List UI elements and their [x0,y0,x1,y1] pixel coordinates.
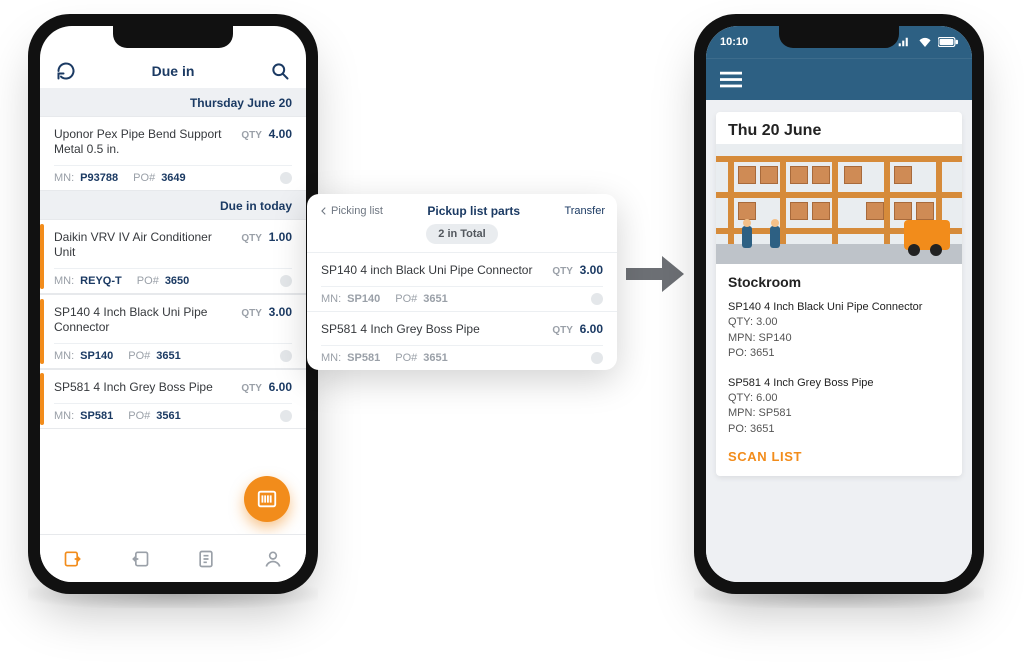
search-icon[interactable] [270,61,290,81]
popup-total: 2 in Total [307,226,617,252]
item-sub: MN: P93788 PO# 3649 [54,165,292,184]
stock-item-qty: QTY: 3.00 [728,315,950,330]
item-title: SP140 4 Inch Black Uni Pipe Connector [54,305,231,335]
arrow-icon [626,254,684,294]
status-dot [280,410,292,422]
tab-bar [40,534,306,582]
popup-title: Pickup list parts [383,204,564,218]
stock-item-po: PO: 3651 [728,422,950,437]
stockroom-card: Thu 20 June Stockroom SP140 4 Inc [716,112,962,476]
item-title: SP581 4 Inch Grey Boss Pipe [54,380,231,395]
status-dot [280,172,292,184]
item-title: SP140 4 inch Black Uni Pipe Connector [321,263,542,278]
pickup-list-popup: Picking list Pickup list parts Transfer … [307,194,617,370]
due-in-row[interactable]: SP581 4 Inch Grey Boss Pipe QTY 6.00 MN:… [40,369,306,429]
right-header [706,58,972,100]
stock-item-name: SP581 4 Inch Grey Boss Pipe [728,376,950,391]
card-date: Thu 20 June [716,112,962,144]
popup-row[interactable]: SP581 4 Inch Grey Boss Pipe QTY 6.00 MN:… [307,311,617,370]
stock-item: SP581 4 Inch Grey Boss Pipe QTY: 6.00 MP… [716,370,962,446]
stock-item: SP140 4 Inch Black Uni Pipe Connector QT… [716,294,962,370]
tab-out-icon[interactable] [130,549,150,569]
qty: QTY 3.00 [241,305,292,319]
status-dot [280,350,292,362]
phone-right: 10:10 Thu 20 June [694,14,984,594]
notch [779,26,899,48]
barcode-fab[interactable] [244,476,290,522]
item-sub: MN: SP140 PO# 3651 [321,286,603,305]
item-title: SP581 4 Inch Grey Boss Pipe [321,322,542,337]
right-body: Thu 20 June Stockroom SP140 4 Inc [706,100,972,582]
warehouse-illustration [716,144,962,264]
stock-item-mpn: MPN: SP140 [728,331,950,346]
back-label: Picking list [331,205,383,217]
phone-left: Due in Thursday June 20 Uponor Pex Pipe … [28,14,318,594]
battery-icon [938,37,958,47]
due-in-row[interactable]: Uponor Pex Pipe Bend Support Metal 0.5 i… [40,116,306,191]
item-sub: MN: SP581 PO# 3651 [321,345,603,364]
status-icons [898,37,958,47]
refresh-icon[interactable] [56,61,76,81]
back-button[interactable]: Picking list [319,205,383,217]
qty: QTY 6.00 [552,322,603,336]
status-dot [591,352,603,364]
stock-item-po: PO: 3651 [728,346,950,361]
item-sub: MN: SP581 PO# 3561 [54,403,292,422]
signal-icon [898,37,912,47]
stock-title: Stockroom [716,264,962,294]
status-time: 10:10 [720,36,748,48]
qty: QTY 4.00 [241,127,292,141]
scan-list-button[interactable]: SCAN LIST [716,445,962,476]
item-sub: MN: REYQ-T PO# 3650 [54,268,292,287]
qty: QTY 3.00 [552,263,603,277]
tab-profile-icon[interactable] [263,549,283,569]
item-title: Uponor Pex Pipe Bend Support Metal 0.5 i… [54,127,231,157]
phone-right-screen: 10:10 Thu 20 June [706,26,972,582]
stock-item-mpn: MPN: SP581 [728,406,950,421]
due-in-row[interactable]: SP140 4 Inch Black Uni Pipe Connector QT… [40,294,306,369]
menu-icon[interactable] [720,71,742,89]
stock-item-qty: QTY: 6.00 [728,391,950,406]
wifi-icon [918,37,932,47]
due-in-row[interactable]: Daikin VRV IV Air Conditioner Unit QTY 1… [40,219,306,294]
tab-in-icon[interactable] [63,549,83,569]
status-dot [280,275,292,287]
left-title: Due in [152,63,195,79]
section-header: Thursday June 20 [40,88,306,116]
item-sub: MN: SP140 PO# 3651 [54,343,292,362]
item-title: Daikin VRV IV Air Conditioner Unit [54,230,231,260]
notch [113,26,233,48]
qty: QTY 6.00 [241,380,292,394]
stock-item-name: SP140 4 Inch Black Uni Pipe Connector [728,300,950,315]
popup-row[interactable]: SP140 4 inch Black Uni Pipe Connector QT… [307,252,617,311]
qty: QTY 1.00 [241,230,292,244]
transfer-button[interactable]: Transfer [564,205,605,217]
phone-left-screen: Due in Thursday June 20 Uponor Pex Pipe … [40,26,306,582]
section-header: Due in today [40,191,306,219]
tab-list-icon[interactable] [196,549,216,569]
status-dot [591,293,603,305]
